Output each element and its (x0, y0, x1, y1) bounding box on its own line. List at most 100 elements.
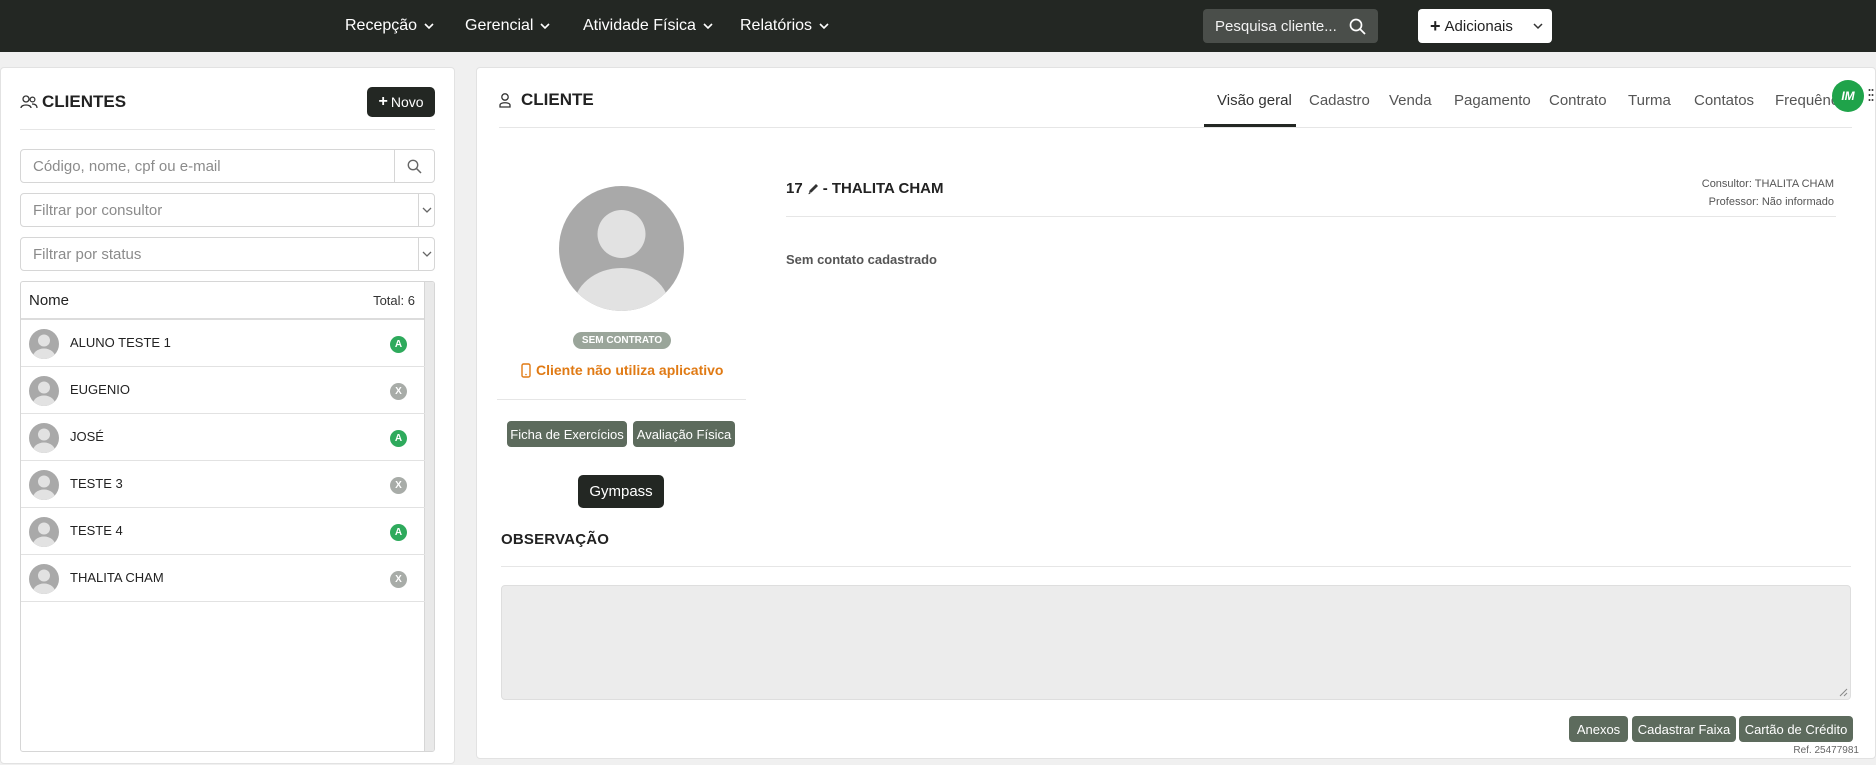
professor-info: Professor: Não informado (1708, 196, 1834, 208)
divider (20, 129, 435, 130)
avatar (29, 470, 59, 500)
new-client-button[interactable]: + Novo (367, 87, 435, 117)
user-icon (499, 93, 511, 108)
avaliacao-fisica-label: Avaliação Física (636, 426, 732, 442)
clients-title: CLIENTES (20, 92, 126, 112)
gympass-button[interactable]: Gympass (578, 475, 664, 508)
new-client-label: Novo (390, 94, 424, 110)
cartao-credito-label: Cartão de Crédito (1744, 721, 1848, 737)
chevron-down-icon[interactable] (1533, 21, 1543, 31)
plus-icon: + (1430, 16, 1441, 36)
avatar (29, 517, 59, 547)
drag-handle-icon[interactable] (1868, 88, 1874, 102)
clients-list: Nome Total: 6 ALUNO TESTE 1 A EUGENIO X JOSÉ… (20, 281, 435, 752)
consultor-info: Consultor: THALITA CHAM (1701, 178, 1834, 190)
cadastrar-faixa-button[interactable]: Cadastrar Faixa (1632, 716, 1736, 742)
tab-cadastro[interactable]: Cadastro (1309, 92, 1370, 109)
client-row-status-badge: A (390, 430, 407, 447)
consultor-filter-toggle[interactable] (418, 194, 434, 226)
tab-visao-geral[interactable]: Visão geral (1217, 92, 1292, 109)
status-filter-placeholder: Filtrar por status (33, 245, 142, 263)
ficha-exercicios-button[interactable]: Ficha de Exercícios (507, 421, 627, 447)
observacao-textarea[interactable] (501, 585, 1851, 700)
client-search-placeholder: Pesquisa cliente... (1215, 17, 1337, 35)
app-logo-badge[interactable]: IM (1832, 80, 1864, 112)
adicionais-label: Adicionais (1444, 17, 1513, 35)
list-scrollbar[interactable] (424, 282, 434, 751)
tab-contrato[interactable]: Contrato (1549, 92, 1607, 109)
clients-list-header: Nome Total: 6 (21, 282, 425, 320)
plus-icon: + (378, 93, 388, 110)
clients-search-input[interactable]: Código, nome, cpf ou e-mail (20, 149, 435, 183)
client-row[interactable]: ALUNO TESTE 1 A (21, 320, 425, 367)
client-row[interactable]: TESTE 3 X (21, 461, 425, 508)
nav-relatorios[interactable]: Relatórios (740, 0, 829, 52)
tab-pagamento[interactable]: Pagamento (1454, 92, 1531, 109)
avatar (29, 564, 59, 594)
tab-contatos[interactable]: Contatos (1694, 92, 1754, 109)
tab-frequencia[interactable]: Frequênc (1775, 92, 1838, 109)
client-name: - THALITA CHAM (822, 180, 944, 197)
status-filter-select[interactable]: Filtrar por status (20, 237, 435, 271)
nav-gerencial[interactable]: Gerencial (465, 0, 551, 52)
contract-status-badge: SEM CONTRATO (573, 332, 671, 349)
pencil-icon[interactable] (807, 182, 820, 195)
logo-text: IM (1841, 89, 1855, 103)
client-row-name: JOSÉ (70, 429, 104, 444)
chevron-down-icon (819, 23, 829, 30)
tabs-divider (499, 127, 1852, 128)
client-title-text: CLIENTE (521, 90, 594, 109)
client-row[interactable]: THALITA CHAM X (21, 555, 425, 602)
ficha-exercicios-label: Ficha de Exercícios (510, 426, 624, 442)
client-search-input[interactable]: Pesquisa cliente... (1203, 9, 1378, 43)
observacao-title: OBSERVAÇÃO (501, 531, 610, 548)
column-header-nome[interactable]: Nome (29, 292, 69, 309)
contract-status-text: SEM CONTRATO (581, 335, 663, 346)
cartao-credito-button[interactable]: Cartão de Crédito (1739, 716, 1853, 742)
divider (786, 216, 1836, 217)
status-filter-toggle[interactable] (418, 238, 434, 270)
nav-recepcao[interactable]: Recepção (345, 0, 434, 52)
adicionais-button[interactable]: + Adicionais (1418, 9, 1552, 43)
client-row[interactable]: EUGENIO X (21, 367, 425, 414)
client-row-name: ALUNO TESTE 1 (70, 335, 171, 350)
client-title: CLIENTE (499, 90, 594, 110)
clients-search-button[interactable] (394, 150, 434, 182)
avatar (29, 329, 59, 359)
resize-handle-icon[interactable] (1839, 688, 1848, 697)
chevron-down-icon (424, 23, 434, 30)
client-row-status-badge: X (390, 571, 407, 588)
search-icon[interactable] (1349, 18, 1366, 35)
tab-venda[interactable]: Venda (1389, 92, 1432, 109)
search-icon (407, 159, 422, 174)
nav-relatorios-label: Relatórios (740, 17, 813, 34)
client-row-status-badge: A (390, 336, 407, 353)
nav-atividade-fisica-label: Atividade Física (583, 17, 696, 34)
chevron-down-icon (703, 23, 713, 30)
tab-turma[interactable]: Turma (1628, 92, 1671, 109)
top-navbar: Recepção Gerencial Atividade Física Rela… (0, 0, 1876, 52)
anexos-label: Anexos (1576, 721, 1621, 737)
client-row-status-badge: X (390, 383, 407, 400)
client-row[interactable]: JOSÉ A (21, 414, 425, 461)
cadastrar-faixa-label: Cadastrar Faixa (1637, 721, 1731, 737)
avatar (29, 423, 59, 453)
nav-gerencial-label: Gerencial (465, 17, 534, 34)
anexos-button[interactable]: Anexos (1569, 716, 1628, 742)
chevron-down-icon (422, 251, 431, 257)
avaliacao-fisica-button[interactable]: Avaliação Física (633, 421, 735, 447)
clients-total: Total: 6 (373, 293, 415, 308)
nav-atividade-fisica[interactable]: Atividade Física (583, 0, 713, 52)
reference-id: Ref. 25477981 (1793, 745, 1859, 756)
users-icon (20, 95, 38, 109)
divider (501, 566, 1851, 567)
client-row-name: TESTE 4 (70, 523, 123, 538)
no-contact-text: Sem contato cadastrado (786, 252, 937, 267)
client-row-status-badge: A (390, 524, 407, 541)
chevron-down-icon (422, 207, 431, 213)
consultor-filter-select[interactable]: Filtrar por consultor (20, 193, 435, 227)
client-id: 17 (786, 180, 803, 197)
client-row[interactable]: TESTE 4 A (21, 508, 425, 555)
client-row-name: EUGENIO (70, 382, 130, 397)
app-usage-text: Cliente não utiliza aplicativo (536, 362, 724, 378)
